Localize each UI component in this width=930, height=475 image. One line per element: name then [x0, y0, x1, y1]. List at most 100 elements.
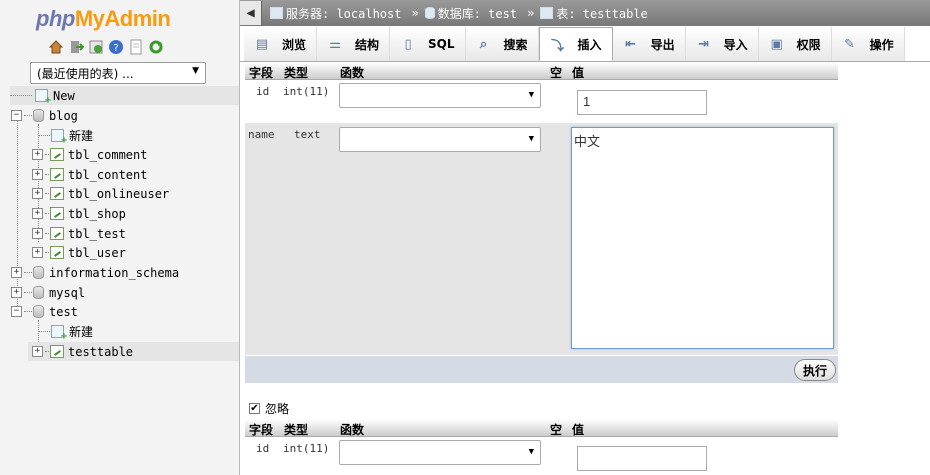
logout-icon[interactable]	[68, 39, 84, 55]
privileges-icon: ▣	[770, 36, 783, 52]
tab-label: 导入	[723, 37, 748, 52]
tree-item-label: testtable	[68, 344, 134, 359]
help-icon[interactable]: ?	[108, 39, 124, 55]
tree-item-label: tbl_onlineuser	[68, 186, 170, 201]
breadcrumb-table[interactable]: » 表: testtable	[527, 5, 648, 22]
tree-item-tbl-shop[interactable]: + tbl_shop	[32, 204, 126, 223]
field-name: id	[256, 85, 270, 98]
structure-icon: ⚌	[329, 36, 341, 52]
tree-item-mysql[interactable]: + mysql	[11, 283, 85, 302]
form-footer: 执行	[245, 355, 838, 383]
ignore-checkbox[interactable]: ✔ 忽略	[249, 400, 289, 417]
table-icon	[50, 187, 64, 200]
tab-import[interactable]: ⇥ 导入	[685, 27, 759, 61]
tab-label: 插入	[577, 37, 602, 52]
chevron-down-icon: ▼	[528, 447, 534, 457]
new-table-icon	[51, 325, 67, 342]
expand-icon[interactable]: +	[11, 267, 22, 278]
logo-myadmin: MyAdmin	[74, 6, 171, 31]
table-row: id int(11) ▼ 1	[245, 81, 838, 123]
expand-icon[interactable]: +	[32, 346, 43, 357]
query-window-icon[interactable]	[88, 39, 104, 55]
new-db-icon	[35, 89, 51, 106]
tree-item-testtable[interactable]: + testtable	[28, 342, 239, 361]
tree-item-blog[interactable]: − blog	[11, 106, 78, 125]
field-name: name	[248, 128, 275, 141]
value-textarea[interactable]: 中文	[571, 127, 834, 349]
chevron-down-icon: ▼	[192, 66, 199, 76]
expand-icon[interactable]: +	[32, 247, 43, 258]
breadcrumb-server-label: 服务器: localhost	[286, 6, 402, 21]
tab-insert[interactable]: ⤵ 插入	[538, 27, 613, 61]
tab-label: 搜索	[503, 37, 528, 52]
phpmyadmin-logo[interactable]: phpMyAdmin	[36, 6, 171, 32]
tree-item-tbl-test[interactable]: + tbl_test	[32, 224, 126, 243]
table-row: id int(11) ▼	[245, 438, 838, 475]
table-icon	[50, 246, 64, 259]
tab-browse[interactable]: ▤ 浏览	[244, 27, 318, 61]
import-icon: ⇥	[698, 36, 710, 52]
tree-item-tbl-user[interactable]: + tbl_user	[32, 243, 126, 262]
docs-icon[interactable]	[128, 39, 144, 55]
tree-item-test[interactable]: − test	[11, 302, 78, 321]
expand-icon[interactable]: +	[32, 149, 43, 160]
header-field: 字段	[249, 423, 274, 437]
database-icon	[33, 286, 44, 299]
function-select[interactable]: ▼	[339, 83, 541, 108]
tab-label: 结构	[355, 37, 380, 52]
tab-search[interactable]: ⌕ 搜索	[465, 27, 539, 61]
function-select[interactable]: ▼	[339, 127, 541, 152]
tree-item-tbl-content[interactable]: + tbl_content	[32, 165, 147, 184]
tab-label: SQL	[428, 37, 455, 51]
tree-item-tbl-comment[interactable]: + tbl_comment	[32, 145, 147, 164]
tree-item-information-schema[interactable]: + information_schema	[11, 263, 179, 282]
sql-icon: ▯	[404, 36, 412, 52]
tree-item-new[interactable]: New	[10, 86, 239, 106]
tree-item-label: information_schema	[49, 265, 180, 280]
table-icon	[50, 168, 64, 181]
breadcrumb-server[interactable]: 服务器: localhost	[270, 5, 401, 22]
field-type: int(11)	[283, 85, 330, 98]
table-icon	[50, 207, 64, 220]
value-input[interactable]	[577, 446, 707, 471]
operations-icon: ✎	[844, 36, 856, 52]
collapse-nav-icon[interactable]: ◀	[240, 1, 262, 25]
breadcrumb-database-label: 数据库: test	[437, 6, 518, 21]
insert-table-header: 字段 类型 函数 空 值	[245, 62, 838, 80]
breadcrumb-separator-icon: »	[411, 6, 419, 20]
home-icon[interactable]	[48, 39, 64, 55]
function-select[interactable]: ▼	[339, 440, 541, 465]
reload-icon[interactable]	[148, 39, 164, 55]
tree-item-label: 新建	[69, 129, 94, 143]
tab-structure[interactable]: ⚌ 结构	[317, 27, 391, 61]
header-field: 字段	[249, 66, 274, 80]
field-name: id	[256, 442, 270, 455]
tab-privileges[interactable]: ▣ 权限	[758, 27, 832, 61]
database-icon	[33, 266, 44, 279]
execute-button[interactable]: 执行	[793, 359, 836, 381]
expand-icon[interactable]: +	[32, 188, 43, 199]
header-function: 函数	[340, 66, 365, 80]
expand-icon[interactable]: +	[32, 228, 43, 239]
tab-operations[interactable]: ✎ 操作	[831, 27, 905, 61]
tree-item-new-table[interactable]: 新建	[38, 322, 93, 342]
browse-icon: ▤	[255, 36, 269, 52]
expand-icon[interactable]: +	[11, 287, 22, 298]
export-icon: ⇤	[625, 36, 637, 52]
recent-tables-select[interactable]: (最近使用的表) ... ▼	[30, 62, 206, 84]
tree-item-new-table[interactable]: 新建	[38, 126, 94, 146]
database-icon	[33, 109, 44, 122]
logo-php: php	[36, 6, 75, 31]
expand-icon[interactable]: +	[32, 208, 43, 219]
collapse-icon[interactable]: −	[11, 306, 22, 317]
field-type: int(11)	[283, 442, 330, 455]
tab-export[interactable]: ⇤ 导出	[612, 27, 686, 61]
value-input[interactable]: 1	[577, 90, 707, 115]
navigation-panel: phpMyAdmin ? (最近使用的表) ... ▼ New − blog	[0, 0, 240, 475]
expand-icon[interactable]: +	[32, 169, 43, 180]
breadcrumb-separator-icon: »	[527, 6, 535, 20]
tree-item-tbl-onlineuser[interactable]: + tbl_onlineuser	[32, 184, 169, 203]
collapse-icon[interactable]: −	[11, 110, 22, 121]
breadcrumb-database[interactable]: » 数据库: test	[411, 5, 517, 22]
tab-sql[interactable]: ▯ SQL	[390, 27, 466, 61]
